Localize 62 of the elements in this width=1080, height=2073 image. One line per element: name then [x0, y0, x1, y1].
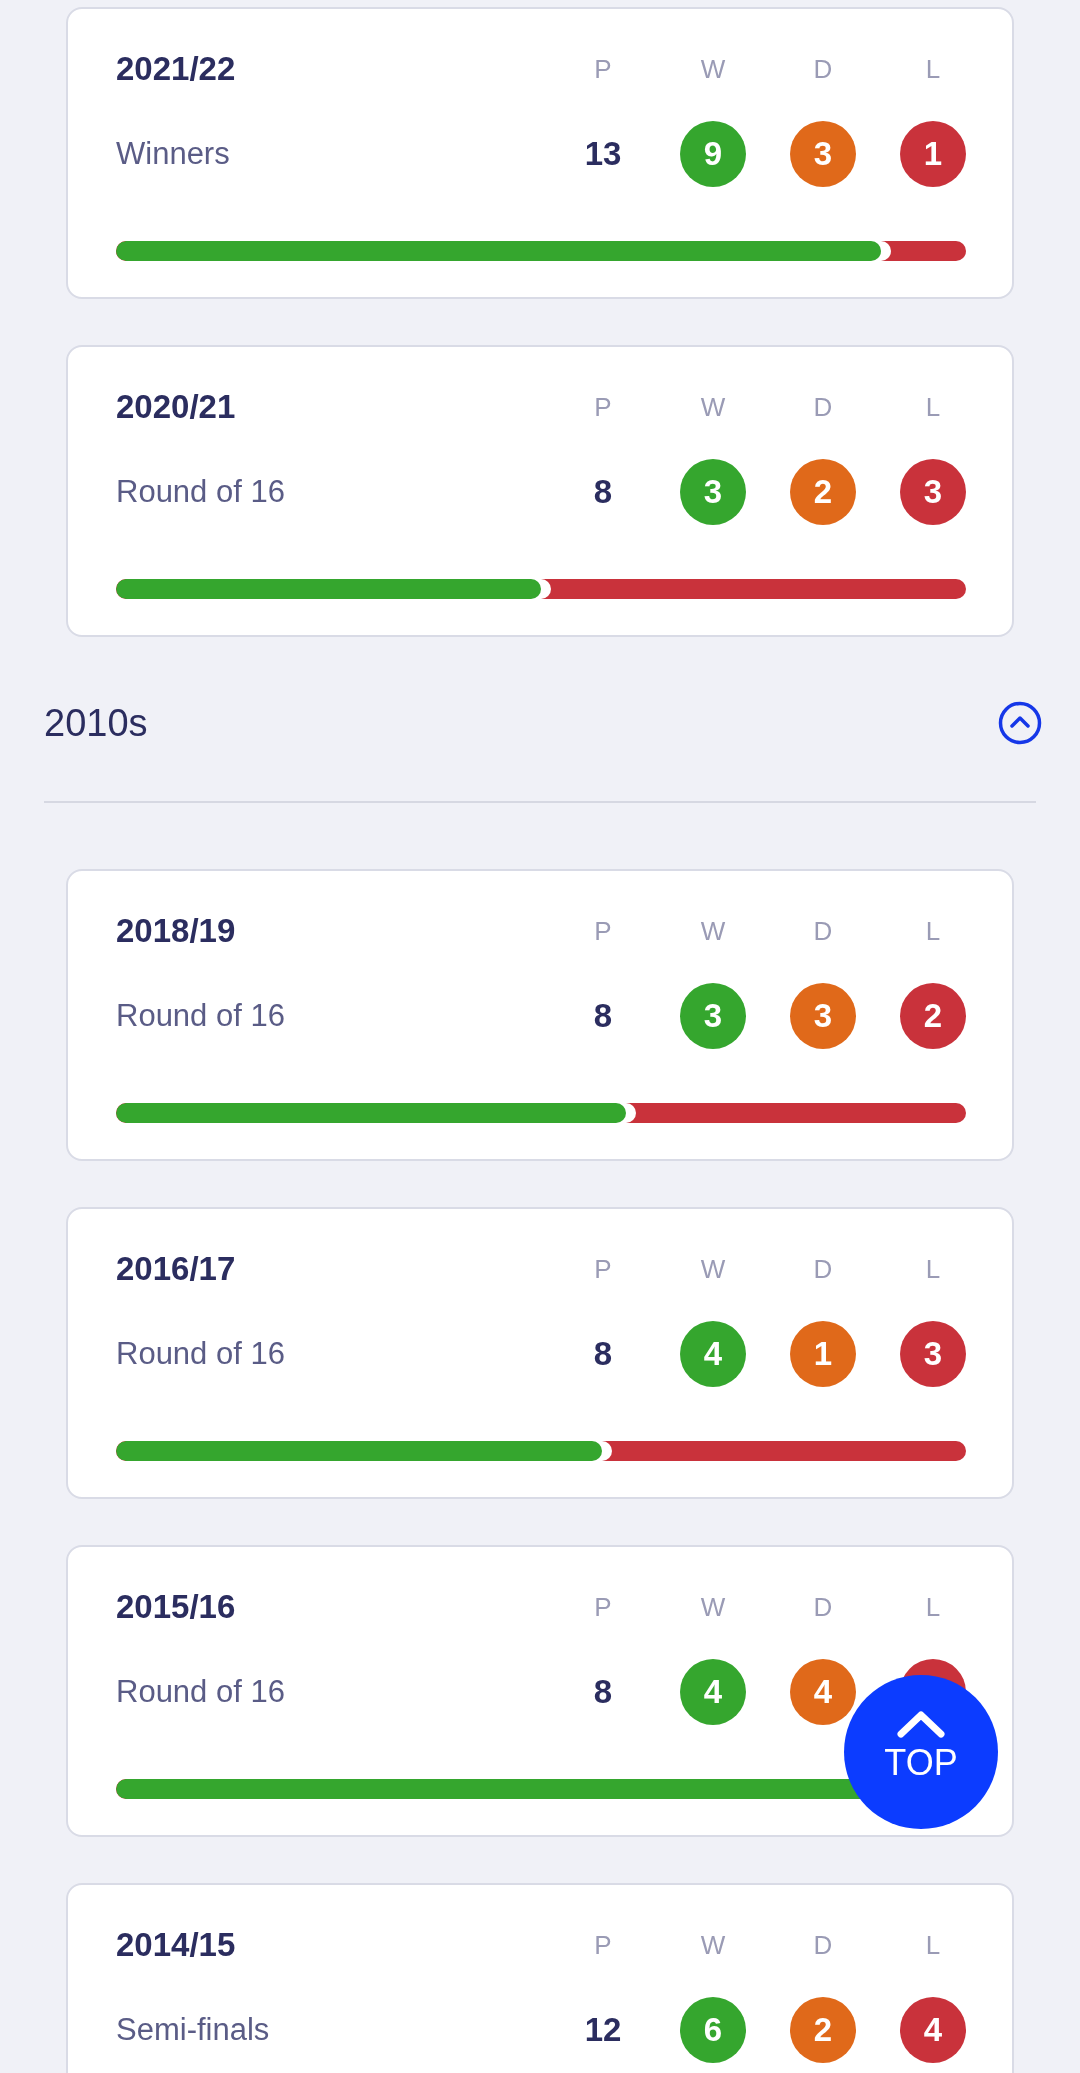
column-label: L [925, 1591, 941, 1623]
column-label: W [700, 1591, 726, 1623]
wins-badge: 3 [680, 459, 746, 525]
draws-badge: 3 [790, 121, 856, 187]
chevron-up-icon [896, 1710, 946, 1738]
column-label: P [594, 53, 612, 85]
stage-label: Round of 16 [116, 998, 286, 1034]
draws-badge: 4 [790, 1659, 856, 1725]
played-count: 8 [593, 1673, 613, 1711]
column-label: D [813, 1253, 833, 1285]
column-label: D [813, 53, 833, 85]
collapse-icon[interactable] [998, 701, 1042, 745]
column-label: D [813, 1929, 833, 1961]
draws-badge: 2 [790, 1997, 856, 2063]
season-label: 2021/22 [116, 50, 237, 88]
season-label: 2014/15 [116, 1926, 237, 1964]
column-label: W [700, 1929, 726, 1961]
column-label: P [594, 1929, 612, 1961]
column-label: P [594, 915, 612, 947]
draws-badge: 1 [790, 1321, 856, 1387]
season-label: 2015/16 [116, 1588, 237, 1626]
losses-badge: 1 [900, 121, 966, 187]
stage-label: Round of 16 [116, 474, 286, 510]
wins-badge: 4 [680, 1659, 746, 1725]
column-label: D [813, 1591, 833, 1623]
column-label: L [925, 1929, 941, 1961]
played-count: 12 [584, 2011, 622, 2049]
losses-badge: 3 [900, 1321, 966, 1387]
column-label: P [594, 1591, 612, 1623]
column-label: L [925, 915, 941, 947]
losses-badge: 4 [900, 1997, 966, 2063]
season-label: 2018/19 [116, 912, 237, 950]
stage-label: Round of 16 [116, 1336, 286, 1372]
column-label: D [813, 391, 833, 423]
played-count: 13 [584, 135, 622, 173]
column-label: P [594, 391, 612, 423]
wins-badge: 9 [680, 121, 746, 187]
section-title: 2010s [44, 701, 148, 745]
season-label: 2016/17 [116, 1250, 237, 1288]
draws-badge: 3 [790, 983, 856, 1049]
column-label: L [925, 391, 941, 423]
wins-badge: 6 [680, 1997, 746, 2063]
column-label: W [700, 915, 726, 947]
column-label: L [925, 53, 941, 85]
stage-label: Semi-finals [116, 2012, 271, 2048]
column-label: D [813, 915, 833, 947]
column-label: P [594, 1253, 612, 1285]
losses-badge: 3 [900, 459, 966, 525]
wins-badge: 3 [680, 983, 746, 1049]
played-count: 8 [593, 997, 613, 1035]
season-label: 2020/21 [116, 388, 237, 426]
stage-label: Winners [116, 136, 231, 172]
stage-label: Round of 16 [116, 1674, 286, 1710]
played-count: 8 [593, 1335, 613, 1373]
column-label: W [700, 53, 726, 85]
column-label: L [925, 1253, 941, 1285]
draws-badge: 2 [790, 459, 856, 525]
column-label: W [700, 391, 726, 423]
column-label: W [700, 1253, 726, 1285]
wins-badge: 4 [680, 1321, 746, 1387]
losses-badge: 2 [900, 983, 966, 1049]
played-count: 8 [593, 473, 613, 511]
